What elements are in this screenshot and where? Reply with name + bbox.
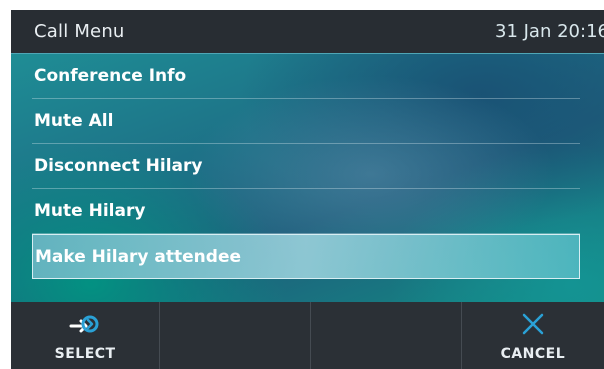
call-menu-list-area: Conference Info Mute All Disconnect Hila… bbox=[11, 54, 604, 302]
menu-item-mute-hilary[interactable]: Mute Hilary bbox=[32, 189, 580, 234]
empty-softkey-3 bbox=[311, 302, 462, 369]
select-label: SELECT bbox=[54, 346, 116, 362]
menu-item-label: Mute Hilary bbox=[34, 201, 146, 221]
page-title: Call Menu bbox=[34, 21, 125, 42]
phone-screen: Call Menu 31 Jan 20:16 Conference Info M… bbox=[11, 10, 604, 369]
empty-softkey-2 bbox=[160, 302, 312, 369]
menu-item-make-hilary-attendee[interactable]: Make Hilary attendee bbox=[32, 234, 580, 279]
cancel-label: CANCEL bbox=[500, 346, 566, 362]
menu-item-mute-all[interactable]: Mute All bbox=[32, 99, 580, 144]
menu-item-label: Make Hilary attendee bbox=[35, 247, 242, 267]
header-bar: Call Menu 31 Jan 20:16 bbox=[11, 10, 604, 54]
select-arrow-icon bbox=[67, 312, 103, 340]
menu-item-label: Disconnect Hilary bbox=[34, 156, 203, 176]
cancel-softkey[interactable]: CANCEL bbox=[462, 302, 604, 369]
menu-item-label: Mute All bbox=[34, 111, 114, 131]
menu-item-label: Conference Info bbox=[34, 66, 187, 86]
call-menu-list: Conference Info Mute All Disconnect Hila… bbox=[32, 54, 580, 279]
select-softkey[interactable]: SELECT bbox=[11, 302, 161, 369]
menu-item-conference-info[interactable]: Conference Info bbox=[32, 54, 580, 99]
menu-item-disconnect-hilary[interactable]: Disconnect Hilary bbox=[32, 144, 580, 189]
date-time: 31 Jan 20:16 bbox=[495, 21, 604, 42]
softkey-bar: SELECT CANCEL bbox=[11, 302, 604, 369]
close-icon bbox=[521, 312, 545, 340]
